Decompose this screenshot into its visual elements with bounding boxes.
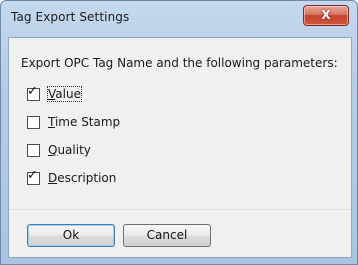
check-icon: ✓	[27, 83, 38, 99]
time-stamp-label-rest: ime Stamp	[54, 115, 121, 129]
close-button[interactable]: X	[303, 5, 349, 26]
quality-checkbox[interactable]	[27, 143, 40, 157]
cancel-button[interactable]: Cancel	[123, 224, 211, 247]
value-label[interactable]: Value	[47, 86, 82, 102]
value-option[interactable]: ✓ Value	[27, 84, 82, 102]
quality-label-rest: uality	[57, 143, 91, 157]
description-label-rest: escription	[57, 171, 117, 185]
quality-option[interactable]: Quality	[27, 142, 91, 158]
time-stamp-label[interactable]: Time Stamp	[48, 115, 120, 129]
description-option-label[interactable]: Description	[48, 171, 116, 185]
description-option[interactable]: ✓ Description	[27, 168, 116, 186]
time-stamp-option[interactable]: Time Stamp	[27, 114, 120, 130]
title-bar[interactable]: Tag Export Settings X	[1, 1, 357, 37]
value-checkbox[interactable]: ✓	[27, 84, 40, 101]
window-title: Tag Export Settings	[11, 10, 130, 24]
value-label-rest: alue	[55, 87, 81, 101]
quality-label[interactable]: Quality	[48, 143, 91, 157]
button-area-divider	[9, 209, 351, 210]
time-stamp-mnemonic: T	[48, 115, 55, 129]
ok-button[interactable]: Ok	[27, 224, 115, 247]
description-mnemonic: D	[48, 171, 58, 185]
time-stamp-checkbox[interactable]	[27, 115, 40, 129]
dialog-window: Tag Export Settings X Export OPC Tag Nam…	[0, 0, 358, 265]
description-checkbox[interactable]: ✓	[27, 168, 40, 185]
close-icon: X	[321, 8, 331, 22]
check-icon: ✓	[27, 167, 38, 183]
button-row: Ok Cancel	[9, 211, 351, 257]
description-label: Export OPC Tag Name and the following pa…	[21, 56, 338, 70]
dialog-body: Export OPC Tag Name and the following pa…	[8, 37, 352, 258]
